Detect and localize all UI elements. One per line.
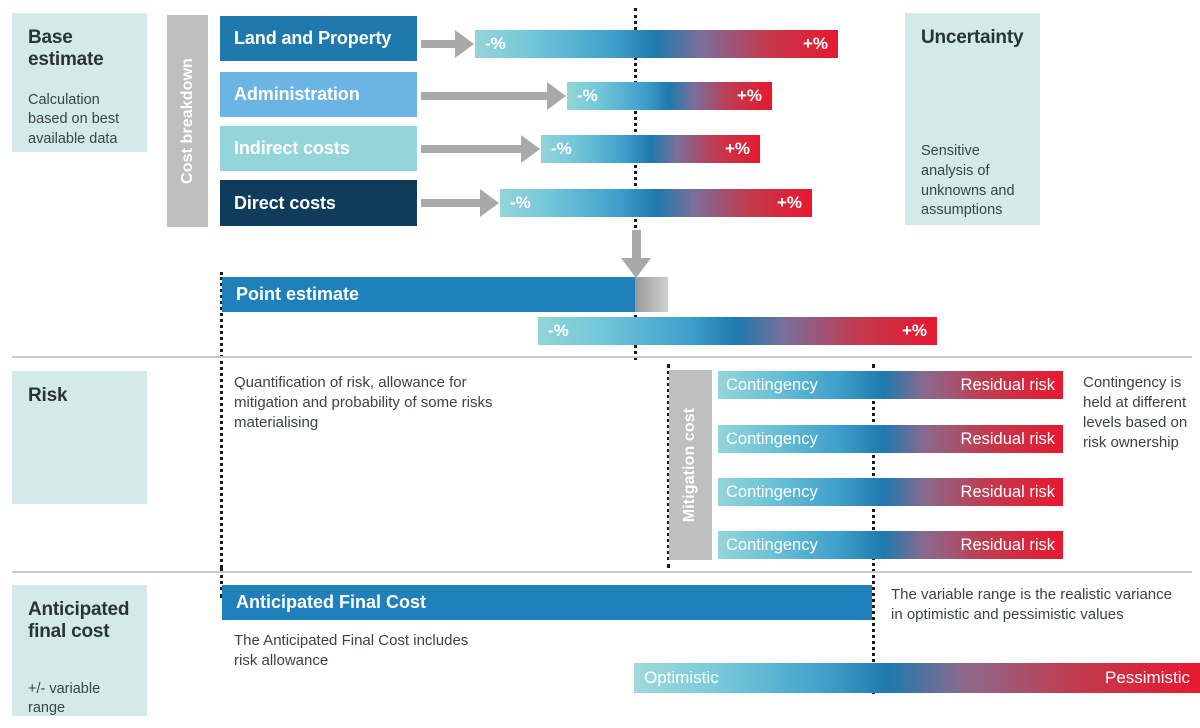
- dotted-line-left: [220, 272, 223, 568]
- arrow-head-icon: [480, 189, 499, 217]
- residual-risk-label: Residual risk: [960, 535, 1055, 554]
- range-high-label: +%: [736, 86, 762, 105]
- category-bar-administration[interactable]: Administration: [220, 72, 417, 117]
- arrow-shaft-icon: [632, 230, 641, 260]
- arrow-head-down-icon: [621, 258, 651, 278]
- range-low-label: -%: [510, 193, 531, 212]
- section-separator-risk: [12, 356, 1192, 358]
- arrow-shaft-icon: [421, 92, 549, 100]
- category-label: Direct costs: [234, 192, 336, 213]
- arrow-shaft-icon: [421, 40, 457, 48]
- range-bar-indirect-costs[interactable]: -% +%: [541, 135, 760, 163]
- section-separator-afc: [12, 571, 1192, 573]
- range-high-label: +%: [802, 34, 828, 53]
- residual-risk-label: Residual risk: [960, 429, 1055, 448]
- cost-breakdown-label: Cost breakdown: [178, 58, 196, 184]
- anticipated-final-cost-note: The Anticipated Final Cost includes risk…: [234, 632, 469, 669]
- contingency-label: Contingency: [726, 535, 818, 554]
- contingency-label: Contingency: [726, 375, 818, 394]
- anticipated-final-cost-title: Anticipated final cost: [28, 599, 130, 643]
- base-estimate-title: Base estimate: [28, 27, 104, 71]
- range-low-label: -%: [577, 86, 598, 105]
- category-bar-indirect-costs[interactable]: Indirect costs: [220, 126, 417, 171]
- point-estimate-grey-cap: [635, 277, 668, 312]
- anticipated-final-cost-description: +/- variable range: [28, 680, 101, 717]
- contingency-label: Contingency: [726, 482, 818, 501]
- range-low-label: -%: [485, 34, 506, 53]
- arrow-direct-costs: [421, 189, 500, 217]
- anticipated-final-cost-bar[interactable]: Anticipated Final Cost: [222, 585, 872, 620]
- uncertainty-title: Uncertainty: [921, 27, 1024, 48]
- pessimistic-label: Pessimistic: [1104, 668, 1190, 687]
- category-label: Administration: [234, 84, 360, 104]
- category-bar-land-and-property[interactable]: Land and Property: [220, 16, 417, 61]
- risk-bar-4[interactable]: Contingency Residual risk: [718, 531, 1063, 559]
- risk-bar-3[interactable]: Contingency Residual risk: [718, 478, 1063, 506]
- range-bar-land-and-property[interactable]: -% +%: [475, 30, 838, 58]
- uncertainty-panel: Uncertainty Sensitive analysis of unknow…: [905, 13, 1040, 225]
- risk-bar-1[interactable]: Contingency Residual risk: [718, 371, 1063, 399]
- range-high-label: +%: [724, 139, 750, 158]
- optimistic-label: Optimistic: [644, 668, 719, 687]
- category-label: Indirect costs: [234, 138, 350, 158]
- anticipated-final-cost-side-note: The variable range is the realistic vari…: [891, 586, 1172, 623]
- arrow-head-icon: [521, 135, 540, 163]
- uncertainty-description: Sensitive analysis of unknowns and assum…: [921, 143, 1015, 219]
- range-low-label: -%: [548, 321, 569, 340]
- risk-note: Quantification of risk, allowance for mi…: [234, 374, 493, 431]
- range-bar-administration[interactable]: -% +%: [567, 82, 772, 110]
- arrow-head-icon: [547, 82, 566, 110]
- risk-panel: Risk: [12, 371, 147, 504]
- base-estimate-panel: Base estimate Calculation based on best …: [12, 13, 147, 152]
- point-estimate-range-bar[interactable]: -% +%: [538, 317, 937, 345]
- residual-risk-label: Residual risk: [960, 482, 1055, 501]
- arrow-shaft-icon: [421, 199, 482, 207]
- diagram-canvas: Base estimate Calculation based on best …: [0, 0, 1200, 728]
- risk-bar-2[interactable]: Contingency Residual risk: [718, 425, 1063, 453]
- arrow-land-and-property: [421, 30, 475, 58]
- point-estimate-bar[interactable]: Point estimate: [222, 277, 635, 312]
- arrow-down-to-point-estimate: [621, 230, 651, 280]
- category-label: Land and Property: [234, 28, 392, 48]
- category-bar-direct-costs[interactable]: Direct costs: [220, 180, 417, 226]
- residual-risk-label: Residual risk: [960, 375, 1055, 394]
- arrow-head-icon: [455, 30, 474, 58]
- variable-range-bar[interactable]: Optimistic Pessimistic: [634, 663, 1200, 693]
- risk-title: Risk: [28, 385, 68, 406]
- arrow-indirect-costs: [421, 135, 541, 163]
- contingency-label: Contingency: [726, 429, 818, 448]
- mitigation-cost-label: Mitigation cost: [681, 407, 699, 523]
- range-high-label: +%: [901, 321, 927, 340]
- base-estimate-description: Calculation based on best available data: [28, 91, 120, 147]
- anticipated-final-cost-bar-label: Anticipated Final Cost: [236, 592, 427, 612]
- range-bar-direct-costs[interactable]: -% +%: [500, 189, 812, 217]
- range-high-label: +%: [776, 193, 802, 212]
- anticipated-final-cost-panel: Anticipated final cost +/- variable rang…: [12, 585, 147, 716]
- mitigation-cost-column: Mitigation cost: [669, 370, 712, 560]
- arrow-administration: [421, 82, 567, 110]
- risk-side-note: Contingency is held at different levels …: [1083, 374, 1188, 451]
- arrow-shaft-icon: [421, 145, 523, 153]
- point-estimate-label: Point estimate: [236, 284, 360, 304]
- range-low-label: -%: [551, 139, 572, 158]
- cost-breakdown-column: Cost breakdown: [167, 15, 208, 227]
- dotted-line-center-risk: [872, 364, 875, 694]
